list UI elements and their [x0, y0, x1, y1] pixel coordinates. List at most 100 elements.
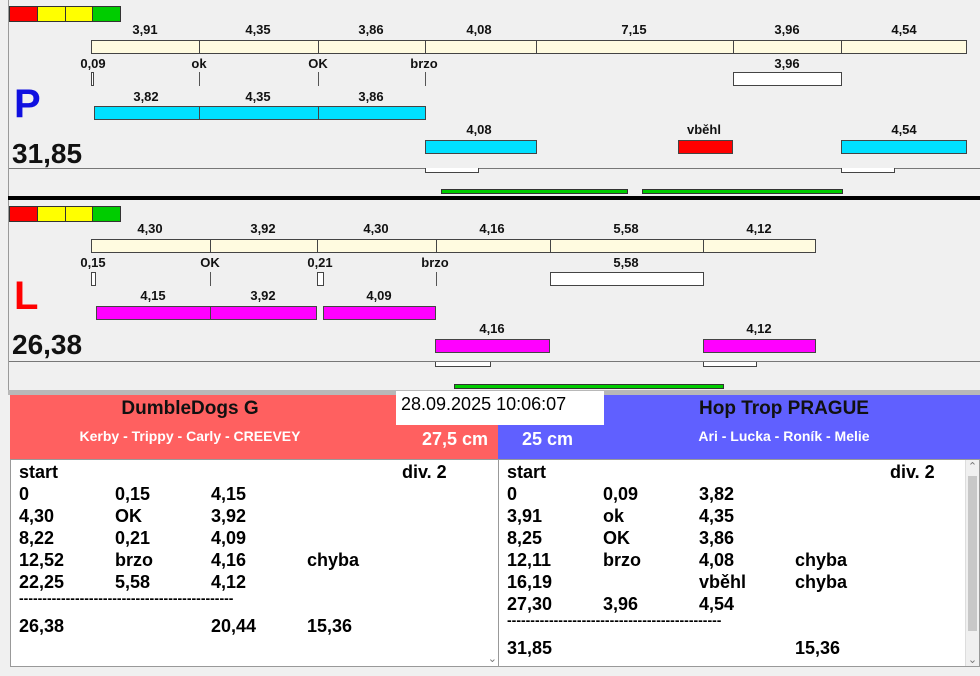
legend-yellow [64, 207, 93, 221]
separator: ----------------------------------------… [19, 590, 234, 606]
segment-label: 4,30 [137, 221, 163, 236]
reaction-bar [91, 272, 96, 286]
scrollbar-thumb[interactable] [968, 476, 977, 631]
reaction-label: 0,09 [80, 56, 106, 71]
total-time-p: 31,85 [12, 138, 83, 169]
start-label: start [19, 462, 59, 482]
side-indicator-p: P [14, 82, 41, 126]
tick [199, 72, 200, 86]
scrollbar[interactable]: ⌃ ⌄ [965, 460, 979, 666]
dog-bar [703, 339, 816, 353]
chevron-down-icon[interactable]: ⌄ [966, 653, 979, 666]
dog-bar [841, 140, 967, 154]
reaction-label: 5,58 [613, 255, 639, 270]
tick [210, 272, 211, 286]
reaction-label: 0,21 [307, 255, 333, 270]
jump-height: 25 cm [522, 429, 574, 449]
legend-green [92, 7, 120, 21]
division-label: div. 2 [890, 462, 935, 482]
marker [435, 362, 491, 367]
segment-bar [199, 40, 319, 54]
right-results-list: start div. 2 0 0,09 3,82 3,91 ok 4,35 8,25 OK… [498, 459, 980, 667]
green-progress [642, 189, 843, 194]
jump-height: 27,5 cm [421, 429, 488, 449]
reaction-label: OK [200, 255, 220, 270]
legend-yellow [36, 207, 65, 221]
reaction-bar [733, 72, 842, 86]
reaction-label: 3,96 [774, 56, 800, 71]
chevron-up-icon[interactable]: ⌃ [966, 460, 979, 473]
segment-label: 3,86 [358, 22, 384, 37]
segment-bar [91, 40, 200, 54]
green-progress [454, 384, 724, 389]
dog-bar [199, 106, 319, 120]
marker [425, 168, 479, 173]
tick [436, 272, 437, 286]
chevron-down-icon[interactable]: ⌄ [488, 652, 497, 665]
dog-label: 4,16 [479, 321, 505, 336]
division-label: div. 2 [402, 462, 447, 482]
segment-bar [317, 239, 437, 253]
segment-label: 5,58 [613, 221, 639, 236]
dog-label: 4,12 [746, 321, 772, 336]
tick [318, 72, 319, 86]
segment-bar [841, 40, 967, 54]
segment-bar [425, 40, 537, 54]
marker [841, 168, 895, 173]
left-results-list: start div. 2 0 0,15 4,15 4,30 OK 3,92 8,22 0,… [10, 459, 500, 667]
dog-label: 4,08 [466, 122, 492, 137]
dog-label: 4,09 [366, 288, 392, 303]
segment-label: 3,91 [132, 22, 158, 37]
legend-green [92, 207, 120, 221]
separator: ----------------------------------------… [507, 612, 722, 628]
dog-label: 3,92 [250, 288, 276, 303]
reaction-label: OK [308, 56, 328, 71]
reaction-label: brzo [421, 255, 449, 270]
reaction-bar [317, 272, 324, 286]
dog-bar [435, 339, 550, 353]
dog-label: 3,86 [358, 89, 384, 104]
right-result-panel: Hop Trop PRAGUE Ari - Lucka - Roník - Me… [498, 395, 980, 667]
handlers: Ari - Lucka - Roník - Melie [698, 428, 870, 444]
segment-label: 4,35 [245, 22, 271, 37]
color-legend-bottom [9, 206, 121, 222]
side-indicator-l: L [14, 274, 39, 318]
marker [703, 362, 757, 367]
color-legend-top [9, 6, 121, 22]
legend-yellow [64, 7, 93, 21]
dog-label: 3,82 [133, 89, 159, 104]
timestamp: 28.09.2025 10:06:07 [396, 391, 604, 425]
segment-bar [703, 239, 816, 253]
segment-bar [536, 40, 734, 54]
reaction-label: ok [191, 56, 207, 71]
segment-label: 4,54 [891, 22, 917, 37]
reaction-bar [91, 72, 94, 86]
fault-bar [678, 140, 733, 154]
segment-label: 3,92 [250, 221, 276, 236]
dog-label: 4,54 [891, 122, 917, 137]
segment-label: 4,08 [466, 22, 492, 37]
reaction-label: brzo [410, 56, 438, 71]
baseline [9, 361, 980, 362]
segment-label: 4,16 [479, 221, 505, 236]
reaction-bar [550, 272, 704, 286]
baseline [9, 168, 980, 169]
dog-bar [425, 140, 537, 154]
dog-label: 4,15 [140, 288, 166, 303]
segment-label: 4,30 [363, 221, 389, 236]
dog-bar [323, 306, 436, 320]
start-label: start [507, 462, 547, 482]
handlers: Kerby - Trippy - Carly - CREEVEY [79, 428, 301, 444]
legend-yellow [36, 7, 65, 21]
dog-bar [318, 106, 426, 120]
green-progress [441, 189, 628, 194]
dog-bar [210, 306, 317, 320]
total-time-l: 26,38 [12, 329, 83, 360]
legend-red [10, 207, 37, 221]
segment-bar [91, 239, 211, 253]
left-result-panel: DumbleDogs G Kerby - Trippy - Carly - CR… [10, 395, 500, 667]
segment-bar [210, 239, 318, 253]
fault-label: vběhl [687, 122, 721, 137]
segment-bar [733, 40, 842, 54]
bottom-lane: 4,30 3,92 4,30 4,16 5,58 4,12 0,15 OK 0,… [8, 200, 980, 390]
